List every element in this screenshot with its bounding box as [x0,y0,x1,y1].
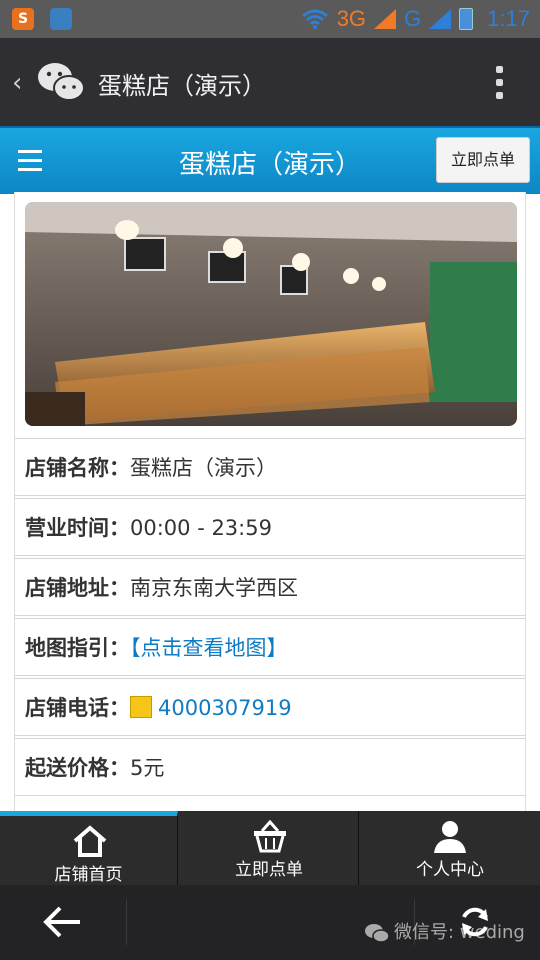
shop-address-row: 店铺地址：南京东南大学西区 [15,558,525,616]
wechat-watermark-icon [365,924,390,943]
shop-phone-link[interactable]: 4000307919 [158,696,292,720]
tab-shop-home-label: 店铺首页 [54,865,123,885]
nav-divider [126,899,127,945]
min-order-price-value: 5元 [130,756,165,780]
business-hours-label: 营业时间： [25,516,130,540]
business-hours-value: 00:00 - 23:59 [130,516,272,540]
min-order-price-row: 起送价格：5元 [15,738,525,796]
wechat-title-bar: ‹ 蛋糕店（演示） [0,38,540,126]
shop-info-panel: 店铺名称：蛋糕店（演示） 营业时间：00:00 - 23:59 店铺地址：南京东… [14,192,526,812]
map-guide-row: 地图指引：【点击查看地图】 [15,618,525,676]
wechat-id-watermark: 微信号: weding [364,918,525,944]
refresh-icon[interactable] [458,905,492,939]
order-now-button[interactable]: 立即点单 [436,137,530,183]
business-hours-row: 营业时间：00:00 - 23:59 [15,498,525,556]
shop-phone-label: 店铺电话： [25,696,130,720]
network-type-g: G [404,6,422,31]
user-icon [434,821,466,853]
more-vertical-icon[interactable] [496,66,504,102]
tab-order-now[interactable]: 立即点单 [180,811,359,885]
back-chevron-icon[interactable]: ‹ [12,68,22,98]
phone-icon [130,696,152,718]
tab-personal-center[interactable]: 个人中心 [360,811,540,885]
back-arrow-icon[interactable] [42,905,82,939]
tab-order-now-label: 立即点单 [235,860,303,880]
shop-phone-row: 店铺电话： 4000307919 [15,678,525,736]
shop-name-row: 店铺名称：蛋糕店（演示） [15,438,525,496]
system-nav-bar: 微信号: weding [0,885,540,960]
shop-photo [25,202,517,426]
wifi-icon [301,9,328,29]
clock: 1:17 [487,6,530,31]
status-indicators: 3G G 1:17 [301,0,530,38]
status-bar: S 3G G 1:17 [0,0,540,38]
tab-personal-center-label: 个人中心 [416,860,484,880]
bottom-tab-bar: 店铺首页 立即点单 个人中心 [0,811,540,885]
shop-name-value: 蛋糕店（演示） [130,456,277,480]
wechat-page-title: 蛋糕店（演示） [98,72,266,100]
signal-icon-2 [429,9,452,29]
gallery-app-icon [50,8,72,30]
shop-address-label: 店铺地址： [25,576,130,600]
home-icon [73,825,107,857]
basket-icon [254,819,286,853]
network-type-3g: 3G [336,6,367,31]
tab-shop-home[interactable]: 店铺首页 [0,811,178,885]
view-map-link[interactable]: 【点击查看地图】 [130,636,288,660]
battery-icon [459,8,474,30]
wechat-icon [38,63,85,101]
map-guide-label: 地图指引： [25,636,130,660]
page-header: 蛋糕店（演示） 立即点单 [0,126,540,194]
min-order-price-label: 起送价格： [25,756,130,780]
shop-address-value: 南京东南大学西区 [130,576,298,600]
shop-name-label: 店铺名称： [25,456,130,480]
signal-icon [374,9,397,29]
sogou-app-icon: S [12,8,34,30]
